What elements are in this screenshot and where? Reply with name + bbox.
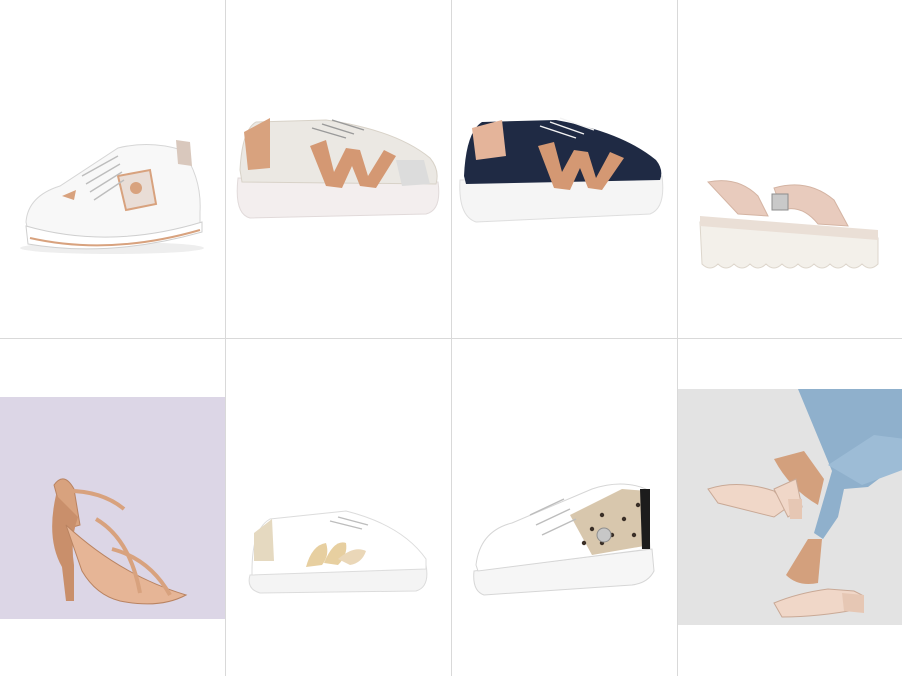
- product-tile-5[interactable]: [0, 339, 225, 677]
- product-tile-3[interactable]: [452, 0, 677, 338]
- product-tile-1[interactable]: [0, 0, 225, 338]
- rose-gold-strappy-heel-sandal-icon: [52, 478, 188, 605]
- product-tile-4[interactable]: [678, 0, 902, 338]
- product-tile-7[interactable]: [452, 339, 677, 677]
- product-grid: [0, 0, 902, 677]
- navy-platform-sneaker-copper-w-icon: [459, 117, 664, 223]
- product-tile-2[interactable]: [226, 0, 451, 338]
- white-sneaker-leopard-panel-icon: [473, 483, 655, 596]
- cream-platform-sneaker-copper-w-icon: [236, 118, 440, 219]
- white-sneaker-floral-embroidery-icon: [248, 510, 428, 594]
- product-tile-8[interactable]: [678, 339, 902, 677]
- white-sneaker-rose-gold-trim-icon: [20, 140, 204, 254]
- nude-slingback-block-heel-icon: [707, 389, 902, 618]
- blush-wedge-sandal-icon: [699, 180, 879, 269]
- product-tile-6[interactable]: [226, 339, 451, 677]
